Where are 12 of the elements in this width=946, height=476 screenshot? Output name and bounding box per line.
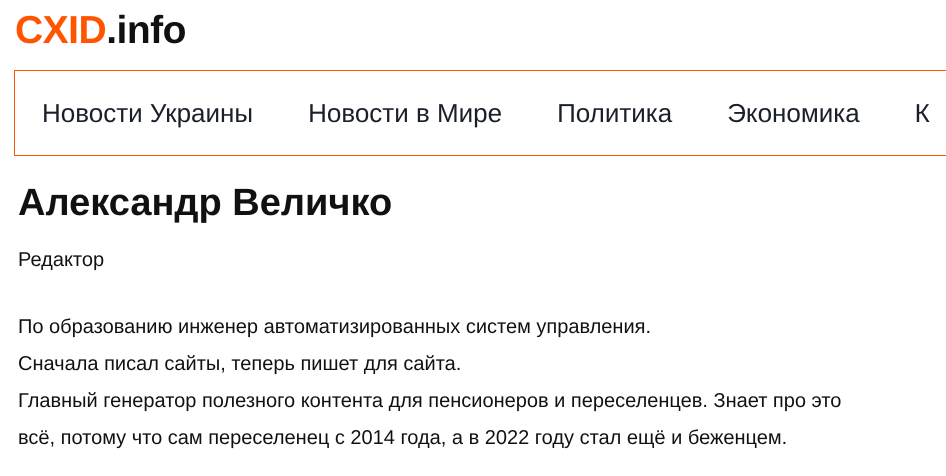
nav-link[interactable]: Политика [557,98,672,128]
author-name: Александр Величко [18,181,394,225]
nav-link[interactable]: Экономика [727,98,860,128]
bio-text: По образованию инженер автоматизированных систем управления. [18,315,652,340]
nav-link[interactable]: К [914,98,930,128]
site-logo[interactable]: CXID.info [15,9,186,53]
nav-link[interactable]: Новости в Мире [308,98,502,128]
author-role: Редактор [18,248,106,272]
nav-link[interactable]: Новости Украины [42,98,254,128]
bio-text: Сначала писал сайты, теперь пишет для сайта. [18,352,462,377]
bio-text: всё, потому что сам переселенец с 2014 года, а в 2022 году стал ещё и беженцем. [18,426,788,451]
bio-text: Главный генератор полезного контента для пенсионеров и переселенцев. Знает про это [18,389,842,414]
